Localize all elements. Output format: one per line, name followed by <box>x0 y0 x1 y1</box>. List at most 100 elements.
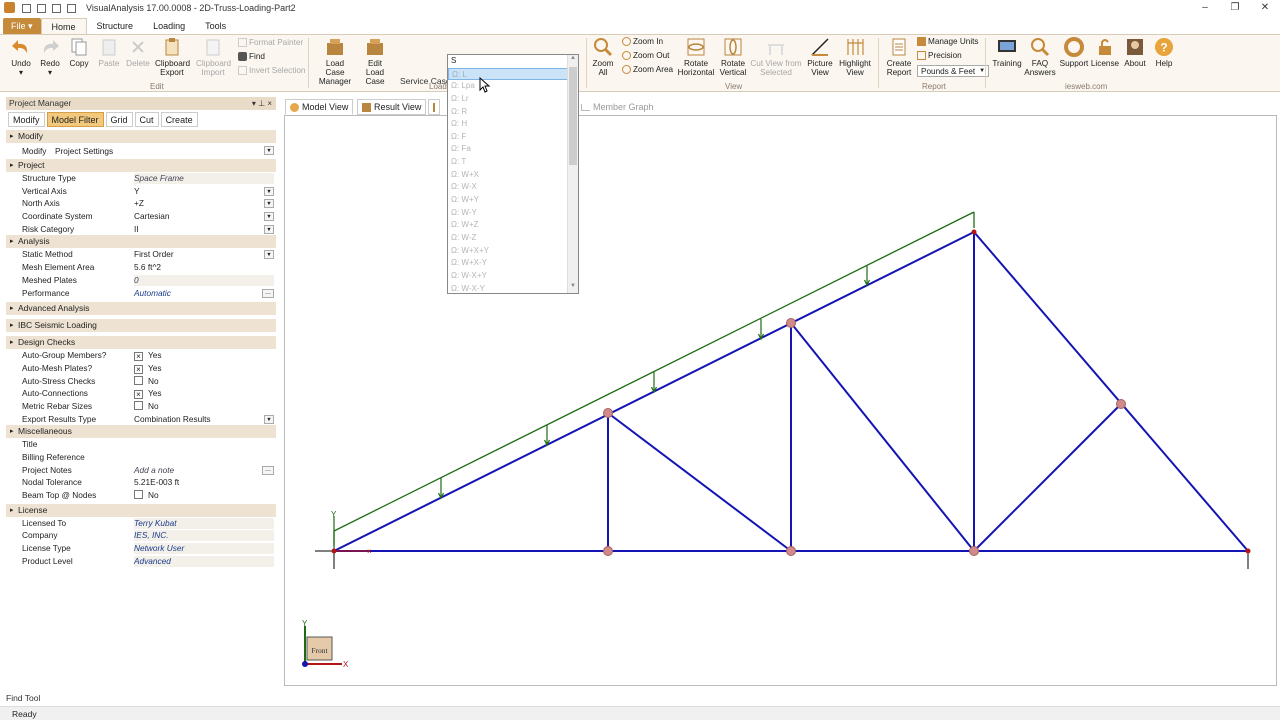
clipboard-export-button[interactable]: Clipboard Export <box>155 37 190 77</box>
tab-member-graph[interactable]: Member Graph <box>577 99 658 115</box>
vertical-axis-row[interactable]: Vertical Axis Y ▼ <box>6 185 276 198</box>
service-case-option[interactable]: Ω: Lr <box>448 93 578 106</box>
section-ibc-seismic[interactable]: IBC Seismic Loading <box>6 319 276 333</box>
format-painter-button[interactable]: Format Painter <box>238 38 303 47</box>
iesweb-link[interactable]: iesweb.com <box>1065 82 1107 91</box>
billing-row[interactable]: Billing Reference <box>6 451 276 464</box>
precision-button[interactable]: Precision <box>917 51 962 60</box>
section-license[interactable]: License <box>6 503 276 517</box>
tab-report-view[interactable] <box>428 99 440 115</box>
section-miscellaneous[interactable]: Miscellaneous <box>6 425 276 439</box>
model-viewport[interactable]: Y × Y X Front <box>284 115 1277 686</box>
new-icon[interactable] <box>22 3 31 13</box>
chevron-down-icon[interactable]: ▼ <box>264 212 274 222</box>
tab-model-view[interactable]: Model View <box>285 99 354 115</box>
service-case-option[interactable]: S <box>448 55 578 68</box>
truss-node[interactable] <box>786 546 796 556</box>
find-tool-label[interactable]: Find Tool <box>6 693 40 703</box>
truss-node[interactable] <box>786 318 796 328</box>
maximize-button[interactable]: ❐ <box>1220 0 1250 16</box>
ellipsis-button[interactable]: ... <box>262 465 274 475</box>
service-case-option[interactable]: Ω: W-Y <box>448 207 578 220</box>
zoom-in-button[interactable]: Zoom In <box>622 37 663 46</box>
edit-load-case-button[interactable]: Edit Load Case <box>358 37 392 86</box>
project-notes-row[interactable]: Project Notes Add a note... <box>6 464 276 477</box>
service-case-option[interactable]: Ω: W-X-Y <box>448 283 578 293</box>
service-case-option[interactable]: Ω: W+X+Y <box>448 245 578 258</box>
checkbox-checked[interactable]: × <box>134 390 143 400</box>
scroll-up-icon[interactable]: ▲ <box>568 55 578 61</box>
beam-top-row[interactable]: Beam Top @ Nodes No <box>6 489 276 502</box>
checkbox-checked[interactable]: × <box>134 352 143 362</box>
service-case-dropdown-list[interactable]: S Ω: L Ω: Lpa Ω: Lr Ω: R Ω: H Ω: F Ω: Fa Ω: T Ω: … <box>447 54 579 294</box>
manage-units-button[interactable]: Manage Units <box>917 37 979 46</box>
truss-node[interactable] <box>969 546 979 556</box>
tab-home[interactable]: Home <box>40 18 87 34</box>
export-results-row[interactable]: Export Results Type Combination Results ▼ <box>6 413 276 426</box>
tab-create[interactable]: Create <box>160 112 198 127</box>
service-case-option[interactable]: Ω: Fa <box>448 143 578 156</box>
save-icon[interactable] <box>37 3 46 13</box>
truss-node[interactable] <box>603 546 613 556</box>
tab-file[interactable]: File ▾ <box>3 18 41 34</box>
support-button[interactable]: Support <box>1057 37 1091 68</box>
risk-category-row[interactable]: Risk Category II ▼ <box>6 223 276 236</box>
tab-model-filter[interactable]: Model Filter <box>46 112 104 127</box>
service-case-option[interactable]: Ω: F <box>448 131 578 144</box>
truss-node[interactable] <box>603 408 613 418</box>
service-case-option[interactable]: Ω: W+Y <box>448 194 578 207</box>
service-case-option[interactable]: Ω: W-X <box>448 181 578 194</box>
chevron-down-icon[interactable]: ▼ <box>264 414 274 424</box>
help-button[interactable]: ? Help <box>1147 37 1181 68</box>
modify-row[interactable]: Modify Project Settings ▼ <box>6 143 276 159</box>
copy-button[interactable]: Copy <box>62 37 96 68</box>
tab-cut[interactable]: Cut <box>134 112 159 127</box>
scroll-down-icon[interactable]: ▼ <box>568 283 578 289</box>
checkbox-unchecked[interactable] <box>134 400 143 410</box>
view-orientation-indicator[interactable]: Y X Front <box>302 619 349 669</box>
ellipsis-button[interactable]: ... <box>262 288 274 298</box>
service-case-option[interactable]: Ω: W-X+Y <box>448 270 578 283</box>
highlight-view-button[interactable]: Highlight View <box>838 37 872 77</box>
static-method-row[interactable]: Static Method First Order ▼ <box>6 248 276 261</box>
truss-node-end[interactable] <box>971 229 977 235</box>
mesh-area-row[interactable]: Mesh Element Area 5.6 ft^2 <box>6 261 276 274</box>
pin-icon[interactable]: ▾ ⊥ × <box>252 97 272 110</box>
create-report-button[interactable]: Create Report <box>882 37 916 77</box>
zoom-area-button[interactable]: Zoom Area <box>622 65 673 74</box>
license-button[interactable]: License <box>1088 37 1122 68</box>
clipboard-import-button[interactable]: Clipboard Import <box>196 37 231 77</box>
checkbox-checked[interactable]: × <box>134 364 143 374</box>
chevron-down-icon[interactable]: ▼ <box>264 224 274 234</box>
tab-grid[interactable]: Grid <box>105 112 133 127</box>
coordinate-system-row[interactable]: Coordinate System Cartesian ▼ <box>6 210 276 223</box>
invert-selection-button[interactable]: Invert Selection <box>238 66 305 75</box>
auto-stress-row[interactable]: Auto-Stress Checks No <box>6 375 276 388</box>
structure-type-row[interactable]: Structure Type Space Frame <box>6 172 276 185</box>
service-case-option[interactable]: Ω: W+Z <box>448 219 578 232</box>
load-case-manager-button[interactable]: Load Case Manager <box>316 37 354 86</box>
chevron-down-icon[interactable]: ▼ <box>264 146 274 155</box>
truss-node-end[interactable] <box>1245 548 1251 554</box>
north-axis-row[interactable]: North Axis +Z ▼ <box>6 197 276 210</box>
metric-rebar-row[interactable]: Metric Rebar Sizes No <box>6 400 276 413</box>
tab-result-view[interactable]: Result View <box>357 99 427 115</box>
zoom-out-button[interactable]: Zoom Out <box>622 51 669 60</box>
truss-model[interactable]: Y × Y X Front <box>285 116 1278 687</box>
auto-connections-row[interactable]: Auto-Connections × Yes <box>6 387 276 400</box>
cut-view-button[interactable]: Cut View from Selected <box>750 37 802 77</box>
training-button[interactable]: Training <box>990 37 1024 68</box>
rotate-vertical-button[interactable]: Rotate Vertical <box>716 37 750 77</box>
performance-row[interactable]: Performance Automatic... <box>6 287 276 300</box>
nodal-tolerance-row[interactable]: Nodal Tolerance 5.21E-003 ft <box>6 476 276 489</box>
delete-button[interactable]: Delete <box>121 37 155 68</box>
faq-button[interactable]: FAQ Answers <box>1023 37 1057 77</box>
find-button[interactable]: Find <box>238 52 265 61</box>
scroll-thumb[interactable] <box>569 67 577 165</box>
units-select[interactable]: Pounds & Feet ▼ <box>917 65 990 77</box>
section-project[interactable]: Project <box>6 159 276 172</box>
service-case-option[interactable]: Ω: H <box>448 118 578 131</box>
title-row[interactable]: Title <box>6 438 276 451</box>
tab-structure[interactable]: Structure <box>87 18 144 34</box>
section-analysis[interactable]: Analysis <box>6 235 276 249</box>
